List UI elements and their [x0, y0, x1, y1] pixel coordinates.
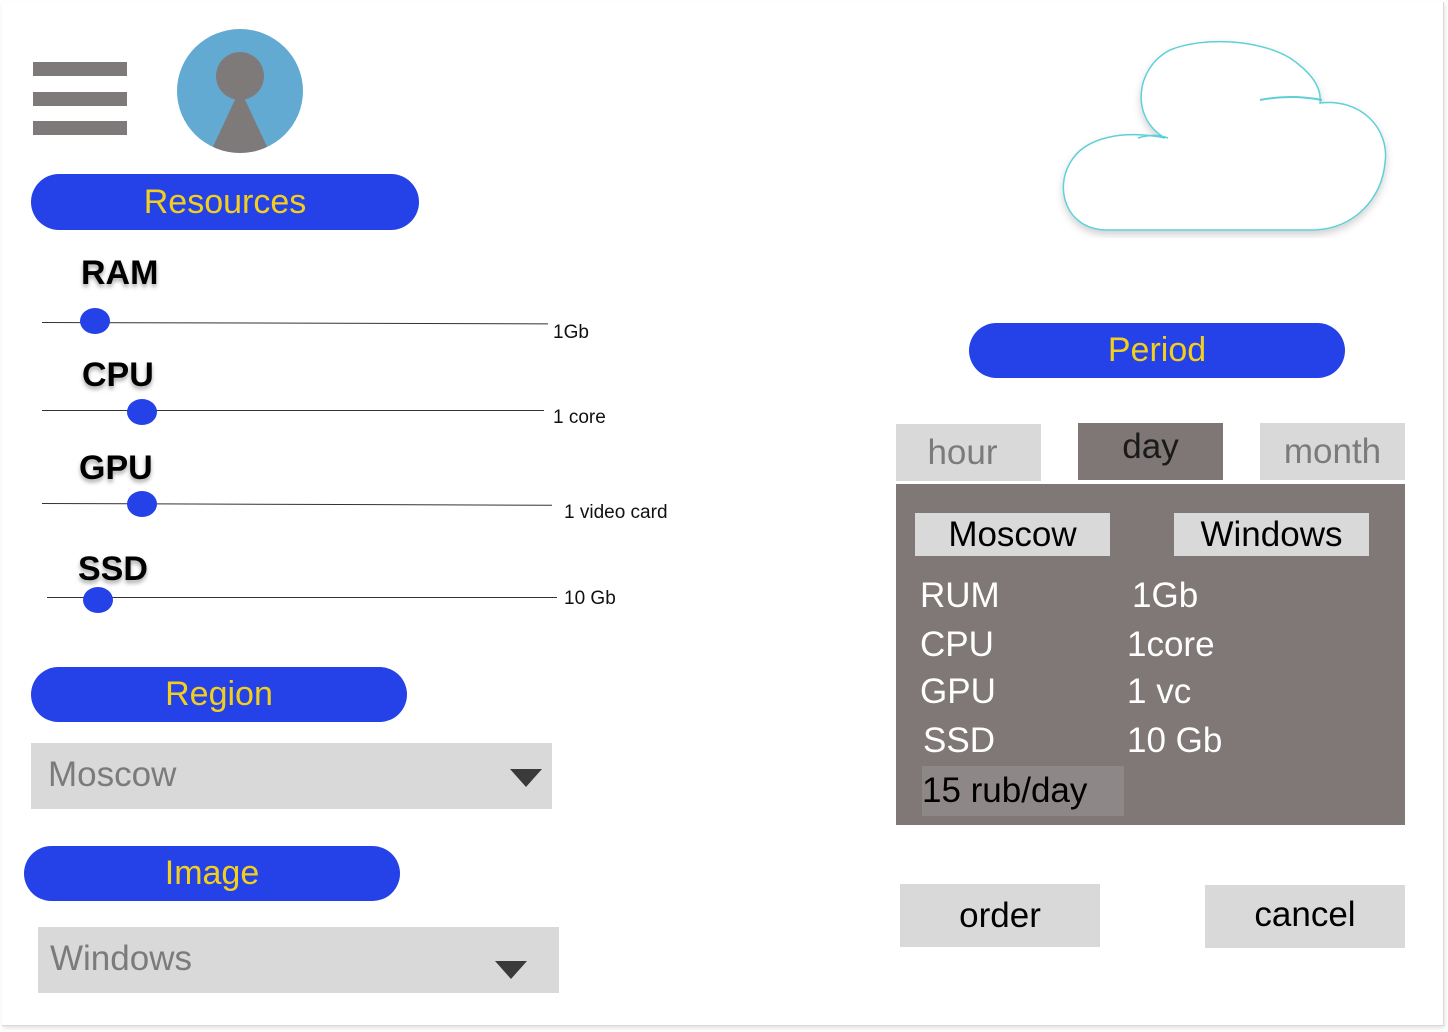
cloud-icon [1050, 38, 1395, 238]
cancel-button-label: cancel [1254, 894, 1356, 934]
tab-month[interactable]: month [1260, 423, 1405, 480]
summary-row-value: 1 vc [1127, 672, 1192, 711]
summary-image-chip: Windows [1174, 513, 1369, 556]
ram-slider-handle[interactable] [80, 308, 110, 334]
summary-row-name: RUM [920, 576, 1000, 615]
tab-month-label: month [1283, 431, 1382, 471]
ssd-label: SSD [78, 550, 148, 588]
summary-region-chip: Moscow [915, 513, 1110, 556]
ssd-slider-handle[interactable] [83, 587, 113, 613]
summary-row-name: SSD [923, 721, 995, 760]
gpu-value: 1 video card [564, 502, 668, 523]
order-summary-panel: Moscow Windows RUM 1Gb CPU 1core GPU 1 v… [896, 484, 1405, 825]
cancel-button[interactable]: cancel [1205, 885, 1405, 948]
summary-row-name: CPU [920, 625, 994, 664]
gpu-label: GPU [79, 449, 153, 487]
order-button[interactable]: order [900, 884, 1100, 947]
image-select[interactable]: Windows [38, 927, 559, 993]
summary-region: Moscow [948, 514, 1077, 554]
user-avatar-icon[interactable] [177, 29, 303, 153]
resources-header: Resources [31, 174, 419, 230]
region-header: Region [31, 667, 407, 722]
ram-value: 1Gb [553, 322, 589, 343]
summary-price-text: 15 rub/day [922, 771, 1088, 810]
cpu-slider-track[interactable] [42, 410, 544, 411]
image-selected-value: Windows [50, 939, 192, 978]
image-header: Image [24, 846, 400, 901]
summary-price: 15 rub/day [922, 766, 1124, 816]
period-header: Period [969, 323, 1345, 378]
summary-row-value: 10 Gb [1127, 721, 1223, 760]
summary-row-value: 1core [1127, 625, 1215, 664]
region-selected-value: Moscow [48, 755, 177, 794]
chevron-down-icon [495, 961, 527, 979]
summary-row-value: 1Gb [1132, 576, 1199, 615]
hamburger-menu-icon[interactable] [33, 62, 127, 136]
gpu-slider-handle[interactable] [127, 491, 157, 517]
summary-row-name: GPU [920, 672, 996, 711]
ssd-value: 10 Gb [564, 588, 616, 609]
tab-hour-label: hour [927, 432, 998, 472]
region-title: Region [165, 675, 273, 713]
resources-title: Resources [143, 182, 307, 221]
cpu-label: CPU [82, 356, 154, 394]
tab-day-label: day [1122, 426, 1179, 466]
order-button-label: order [959, 895, 1041, 935]
ram-label: RAM [81, 254, 159, 292]
summary-image: Windows [1200, 514, 1343, 554]
cpu-slider-handle[interactable] [127, 399, 157, 425]
period-title: Period [1107, 331, 1207, 369]
chevron-down-icon [510, 769, 542, 787]
ssd-slider-track[interactable] [47, 597, 557, 598]
tab-day[interactable]: day [1078, 423, 1223, 480]
tab-hour[interactable]: hour [896, 424, 1041, 481]
cpu-value: 1 core [553, 407, 606, 428]
region-select[interactable]: Moscow [31, 743, 552, 809]
image-title: Image [164, 854, 260, 892]
